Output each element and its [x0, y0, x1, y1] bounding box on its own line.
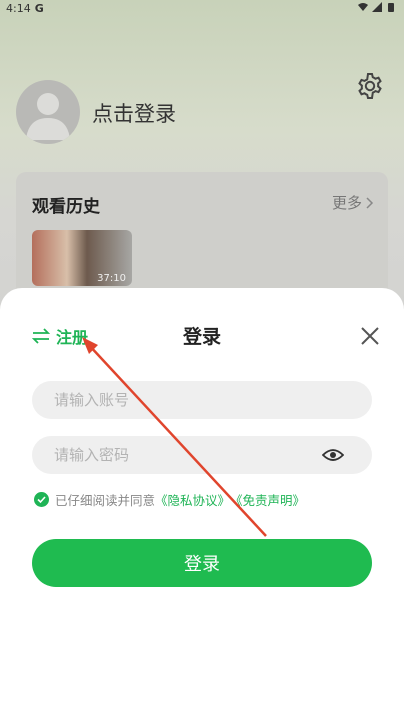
history-more-label: 更多	[331, 194, 362, 212]
settings-gear-icon[interactable]	[356, 72, 384, 100]
password-input[interactable]	[54, 446, 314, 464]
user-silhouette-icon	[26, 93, 70, 140]
history-title: 观看历史	[32, 197, 100, 217]
history-thumbnail[interactable]: 37:10	[32, 230, 132, 286]
account-field[interactable]	[32, 381, 372, 419]
sheet-title: 登录	[182, 326, 221, 348]
agreement-row: 已仔细阅读并同意 《隐私协议》 《免责声明》	[34, 490, 305, 509]
login-button[interactable]: 登录	[32, 539, 372, 587]
video-duration: 37:10	[97, 273, 126, 284]
chevron-right-icon	[366, 196, 374, 209]
avatar[interactable]	[16, 80, 80, 144]
login-bottom-sheet: 注册 登录 已仔细阅读并同意 《隐私协议》 《免责声明》 登录	[0, 288, 404, 720]
password-field[interactable]	[32, 436, 372, 474]
close-icon[interactable]	[358, 324, 382, 348]
status-bar: 4:14 G	[0, 0, 404, 16]
check-icon	[37, 496, 46, 504]
account-input[interactable]	[54, 391, 314, 409]
battery-icon	[388, 3, 394, 12]
status-time: 4:14	[6, 1, 31, 15]
disclaimer-link[interactable]: 《免责声明》	[230, 490, 305, 509]
wifi-icon	[358, 3, 368, 11]
agree-checkbox[interactable]	[34, 492, 49, 507]
google-icon: G	[34, 1, 44, 15]
show-password-eye-icon[interactable]	[322, 446, 344, 464]
signal-icon	[372, 2, 382, 12]
privacy-link[interactable]: 《隐私协议》	[155, 490, 230, 509]
history-more-link[interactable]: 更多	[332, 192, 374, 213]
login-prompt[interactable]: 点击登录	[92, 98, 176, 128]
agree-text: 已仔细阅读并同意	[55, 493, 156, 508]
status-icons	[358, 2, 396, 12]
